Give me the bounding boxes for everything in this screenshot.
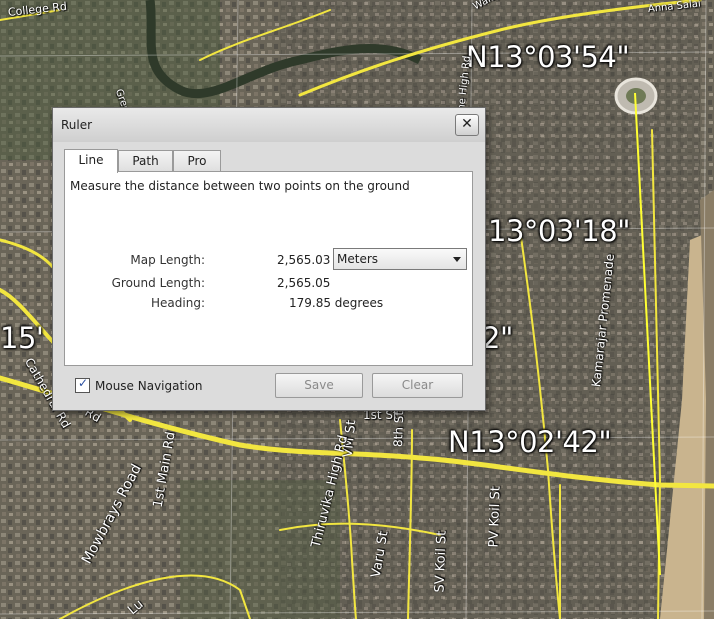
latitude-label-partial: 2" xyxy=(482,321,513,355)
mouse-navigation-checkbox[interactable]: ✓ xyxy=(75,376,90,393)
ruler-title: Ruler xyxy=(61,118,93,132)
latitude-label-2: 13°03'18" xyxy=(488,214,631,248)
ground-length-label: Ground Length: xyxy=(111,276,205,290)
ruler-panel: Measure the distance between two points … xyxy=(64,171,473,366)
ruler-dialog: Ruler ✕ Line Path Pro Measure the distan… xyxy=(52,107,486,411)
tab-line[interactable]: Line xyxy=(64,149,118,173)
units-select[interactable]: Meters xyxy=(333,248,467,270)
map-length-value: 2,565.03 xyxy=(277,253,331,267)
ruler-titlebar[interactable]: Ruler ✕ xyxy=(53,108,485,142)
close-icon: ✕ xyxy=(461,116,473,132)
heading-label: Heading: xyxy=(151,296,205,310)
heading-value: 179.85 degrees xyxy=(289,296,384,310)
tab-pro[interactable]: Pro xyxy=(173,150,221,172)
latitude-label-3: N13°02'42" xyxy=(448,425,612,459)
road-label-sv-koil: SV Koil St xyxy=(432,530,450,593)
road-label-pv-koil: PV Koil St xyxy=(486,485,504,548)
save-button[interactable]: Save xyxy=(275,373,363,398)
road-label-8th-st: 8th St xyxy=(391,410,407,448)
close-button[interactable]: ✕ xyxy=(455,114,479,136)
map-green-south xyxy=(180,480,340,619)
longitude-label-partial: 15' xyxy=(0,321,44,355)
mouse-navigation-label: Mouse Navigation xyxy=(95,379,203,393)
tab-path[interactable]: Path xyxy=(118,150,173,172)
checkmark-icon: ✓ xyxy=(78,376,89,390)
map-length-label: Map Length: xyxy=(130,253,205,267)
chevron-down-icon xyxy=(453,257,461,262)
clear-button[interactable]: Clear xyxy=(372,373,463,398)
ruler-description: Measure the distance between two points … xyxy=(70,179,410,193)
ground-length-value: 2,565.05 xyxy=(277,276,331,290)
latitude-label-1: N13°03'54" xyxy=(466,40,630,74)
units-selected: Meters xyxy=(337,252,379,266)
